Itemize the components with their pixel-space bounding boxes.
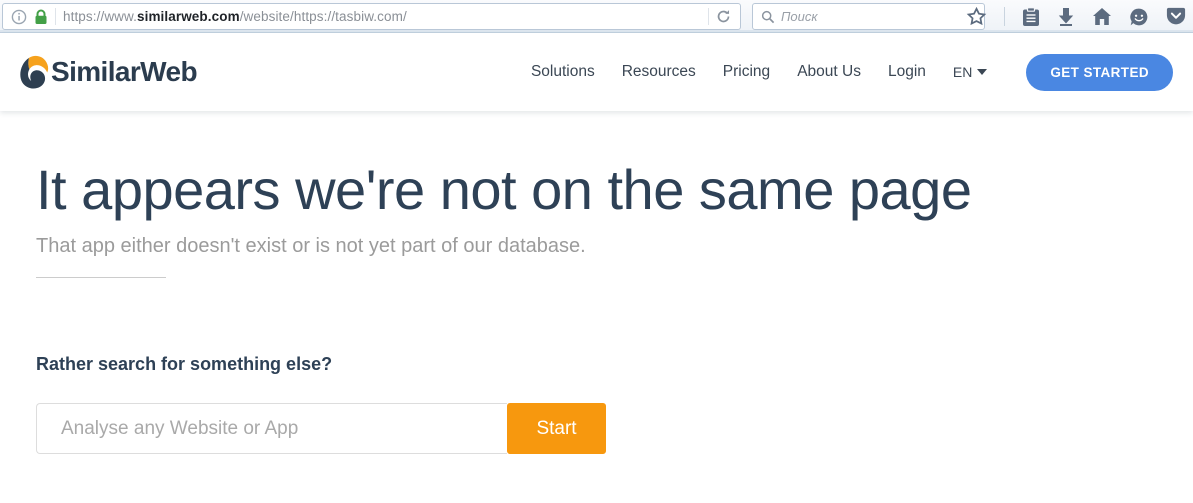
search-prompt: Rather search for something else? [36, 354, 333, 374]
url-text: https://www.similarweb.com/website/https… [63, 9, 407, 24]
analyse-input[interactable] [36, 403, 507, 454]
nav-about-us[interactable]: About Us [797, 63, 861, 81]
divider [708, 8, 709, 25]
download-icon[interactable] [1057, 7, 1075, 26]
similarweb-logo[interactable]: SimilarWeb [18, 55, 198, 90]
page: https://www.similarweb.com/website/https… [0, 0, 1193, 503]
lock-icon[interactable] [34, 9, 48, 25]
start-button[interactable]: Start [507, 403, 606, 454]
browser-toolbar: https://www.similarweb.com/website/https… [0, 0, 1193, 33]
search-icon [761, 10, 775, 24]
analyse-search-form: Start [36, 403, 606, 454]
home-icon[interactable] [1092, 7, 1112, 26]
star-icon[interactable] [966, 6, 987, 27]
language-selector[interactable]: EN [952, 64, 988, 80]
divider [55, 8, 56, 25]
reload-wrap [701, 8, 740, 25]
nav-login[interactable]: Login [888, 63, 926, 81]
page-subtitle: That app either doesn't exist or is not … [36, 235, 586, 257]
reload-icon[interactable] [716, 9, 731, 24]
logo-text: SimilarWeb [51, 56, 198, 87]
main-nav: Solutions Resources Pricing About Us Log… [531, 53, 1173, 91]
url-path: /website/https://tasbiw.com/ [239, 9, 407, 24]
info-icon[interactable] [11, 9, 27, 25]
divider [36, 277, 166, 278]
address-bar[interactable]: https://www.similarweb.com/website/https… [2, 3, 741, 30]
chevron-down-icon [977, 69, 988, 75]
browser-search-input[interactable] [781, 9, 984, 24]
toolbar-icons [966, 0, 1186, 33]
url-protocol: https://www. [63, 9, 137, 24]
nav-resources[interactable]: Resources [622, 63, 696, 81]
main-content: It appears we're not on the same page Th… [36, 111, 1163, 454]
site-header: SimilarWeb Solutions Resources Pricing A… [0, 33, 1193, 111]
chat-smiley-icon[interactable] [1129, 7, 1149, 27]
language-label: EN [952, 64, 973, 80]
clipboard-icon[interactable] [1022, 6, 1040, 27]
nav-pricing[interactable]: Pricing [723, 63, 770, 81]
url-domain: similarweb.com [136, 9, 240, 24]
divider [1004, 7, 1005, 26]
page-title: It appears we're not on the same page [36, 158, 972, 221]
get-started-button[interactable]: GET STARTED [1026, 53, 1173, 91]
browser-search-box[interactable] [752, 3, 985, 30]
pocket-icon[interactable] [1166, 7, 1186, 26]
similarweb-logo-icon [20, 55, 49, 88]
nav-solutions[interactable]: Solutions [531, 63, 595, 81]
